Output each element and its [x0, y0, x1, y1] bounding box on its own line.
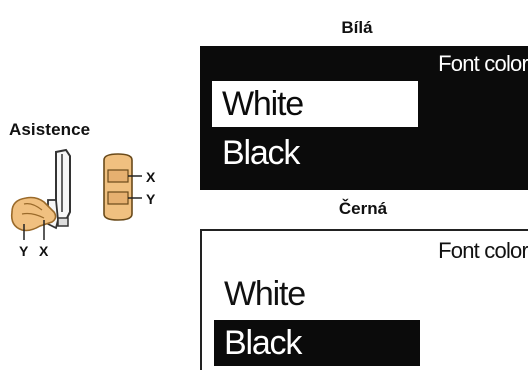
assist-title: Asistence [9, 120, 91, 139]
panel-header: Font color [438, 238, 528, 263]
label-y-bottom: Y [19, 243, 29, 259]
option-black-selected[interactable]: Black [214, 320, 420, 366]
option-black[interactable]: Black [212, 130, 418, 176]
device-tip [57, 217, 69, 227]
label-x-right: X [146, 169, 156, 185]
label-x-bottom: X [39, 243, 49, 259]
panel-header: Font color [438, 51, 528, 76]
cartridge-illustration [103, 153, 133, 221]
option-white-selected[interactable]: White [212, 81, 418, 127]
panel-caption-black: Černá [338, 199, 388, 218]
device-body [55, 148, 71, 221]
font-color-panel-white: Font color White Black [200, 46, 528, 190]
label-y-right: Y [146, 191, 156, 207]
panel-caption-white: Bílá [341, 18, 373, 37]
option-white[interactable]: White [214, 271, 420, 317]
assist-illustration: Y X X Y [10, 148, 156, 259]
font-color-panel-black: Font color White Black [200, 229, 528, 370]
